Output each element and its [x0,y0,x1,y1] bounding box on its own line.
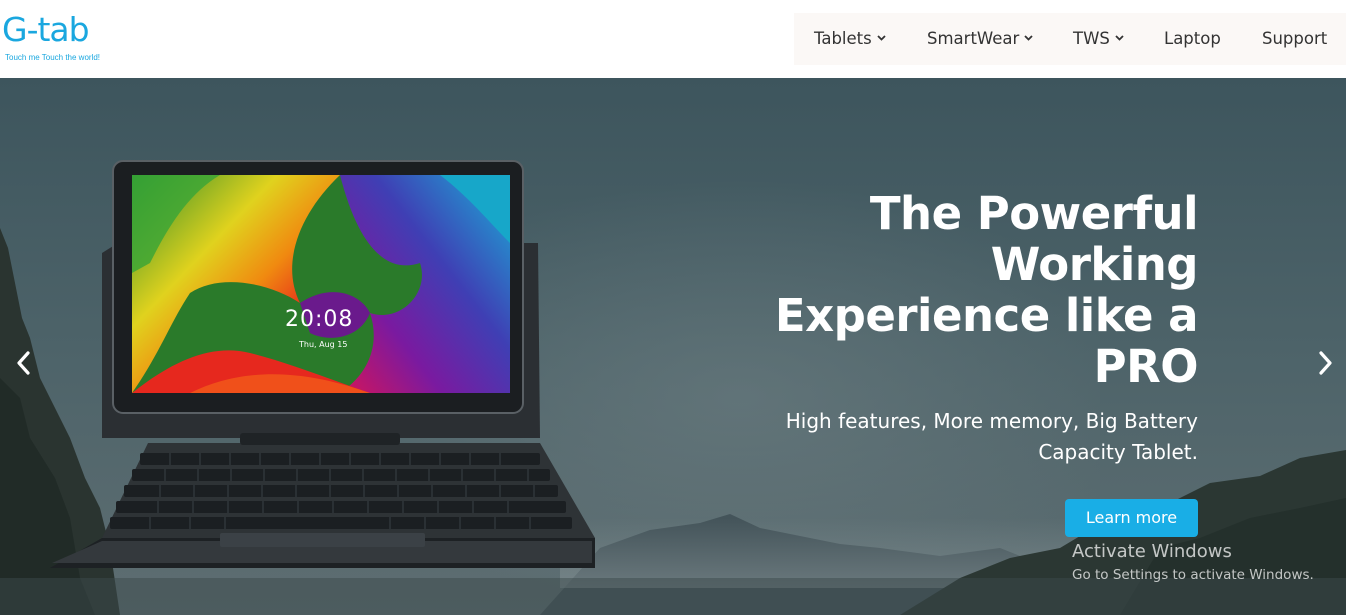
nav-item-laptop[interactable]: Laptop [1164,29,1221,48]
chevron-right-icon[interactable] [1313,350,1337,376]
main-nav: Tablets SmartWear TWS Laptop Support [794,13,1346,65]
activation-subtitle: Go to Settings to activate Windows. [1072,567,1314,583]
windows-activation-watermark: Activate Windows Go to Settings to activ… [1072,540,1314,586]
nav-item-label: Support [1262,29,1328,48]
chevron-down-icon [877,34,886,41]
hero-headline: The Powerful Working Experience like a P… [774,187,1199,393]
nav-item-support[interactable]: Support [1262,29,1327,48]
nav-item-label: Laptop [1164,29,1221,48]
nav-item-tablets[interactable]: Tablets [814,29,886,48]
hero-banner: 20:08 Thu, Aug 15 The Powerful Working E… [0,78,1346,615]
nav-item-tws[interactable]: TWS [1073,29,1124,48]
nav-item-smartwear[interactable]: SmartWear [927,29,1033,48]
site-logo[interactable]: G-tab Touch me Touch the world! [2,10,127,66]
activation-title: Activate Windows [1072,541,1232,562]
tablet-keyboard-product-image [50,160,595,568]
tablet-screen-clock: 20:08 [285,307,354,332]
nav-item-label: TWS [1073,29,1110,48]
logo-tagline: Touch me Touch the world! [5,53,101,62]
chevron-left-icon[interactable] [12,350,36,376]
chevron-down-icon [1115,34,1124,41]
chevron-down-icon [1024,34,1033,41]
nav-item-label: Tablets [814,29,872,48]
hero-subheadline: High features, More memory, Big Battery … [785,409,1198,464]
nav-item-label: SmartWear [927,29,1020,48]
learn-more-button[interactable]: Learn more [1065,499,1198,537]
site-header: G-tab Touch me Touch the world! Tablets … [0,0,1346,78]
tablet-screen-date: Thu, Aug 15 [299,340,348,349]
logo-wordmark: G-tab [2,10,90,49]
